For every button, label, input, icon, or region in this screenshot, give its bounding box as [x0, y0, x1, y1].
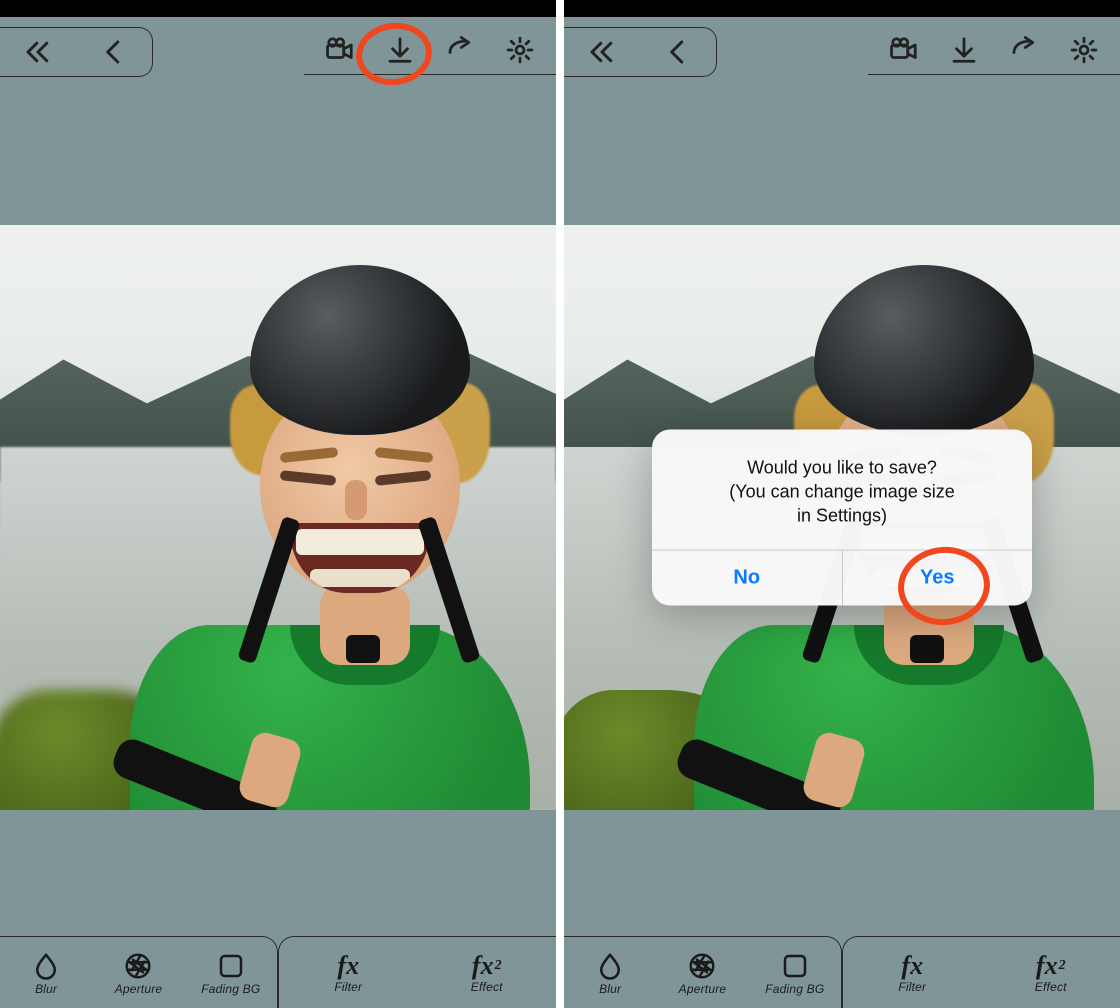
tool-aperture[interactable]: Aperture: [657, 951, 747, 996]
fx-icon: fx: [337, 953, 359, 979]
tool-filter[interactable]: fx Filter: [867, 953, 957, 994]
back-button[interactable]: [640, 28, 716, 76]
photo-canvas[interactable]: Would you like to save? (You can change …: [564, 225, 1120, 810]
tool-effect[interactable]: fx2 Effect: [1006, 953, 1096, 994]
back-button[interactable]: [76, 28, 152, 76]
photo-subject: [140, 265, 520, 805]
video-camera-icon: [889, 35, 919, 65]
dialog-message: Would you like to save? (You can change …: [652, 429, 1032, 550]
video-camera-icon: [325, 35, 355, 65]
dialog-line2: (You can change image size: [672, 479, 1012, 503]
share-arrow-icon: [1009, 35, 1039, 65]
tool-effect-label: Effect: [1035, 980, 1067, 994]
bottom-left-group: Blur Aperture Fading BG: [564, 936, 842, 1008]
tool-filter[interactable]: fx Filter: [303, 953, 393, 994]
tool-aperture[interactable]: Aperture: [93, 951, 183, 996]
aperture-icon: [123, 951, 153, 981]
action-group: [304, 25, 556, 75]
action-group: [868, 25, 1120, 75]
share-button[interactable]: [430, 25, 490, 75]
fx2-icon: fx2: [1036, 953, 1066, 979]
tool-aperture-label: Aperture: [115, 982, 163, 996]
tool-filter-label: Filter: [334, 980, 362, 994]
fx-icon: fx: [901, 953, 923, 979]
settings-button[interactable]: [490, 25, 550, 75]
video-button[interactable]: [310, 25, 370, 75]
download-icon: [385, 35, 415, 65]
tool-aperture-label: Aperture: [679, 982, 727, 996]
tool-blur-label: Blur: [35, 982, 57, 996]
bottom-right-group: fx Filter fx2 Effect: [278, 936, 556, 1008]
side-by-side-screenshots: Blur Aperture Fading BG fx Filter fx2: [0, 0, 1120, 1008]
tool-effect[interactable]: fx2 Effect: [442, 953, 532, 994]
tool-blur-label: Blur: [599, 982, 621, 996]
download-icon: [949, 35, 979, 65]
back-all-button[interactable]: [0, 28, 76, 76]
tool-fading-bg[interactable]: Fading BG: [750, 951, 840, 996]
tool-blur[interactable]: Blur: [1, 951, 91, 996]
video-button[interactable]: [874, 25, 934, 75]
back-all-button[interactable]: [564, 28, 640, 76]
tool-effect-label: Effect: [471, 980, 503, 994]
pane-divider: [556, 0, 564, 1008]
bottom-toolbar: Blur Aperture Fading BG fx Filter fx2: [0, 936, 556, 1008]
tool-filter-label: Filter: [898, 980, 926, 994]
nav-group: [564, 27, 717, 77]
tool-fading-label: Fading BG: [201, 982, 260, 996]
nav-group: [0, 27, 153, 77]
square-icon: [780, 951, 810, 981]
bottom-toolbar: Blur Aperture Fading BG fx Filter fx2: [564, 936, 1120, 1008]
settings-button[interactable]: [1054, 25, 1114, 75]
gear-icon: [1069, 35, 1099, 65]
screenshot-left: Blur Aperture Fading BG fx Filter fx2: [0, 17, 556, 1008]
photo-canvas[interactable]: [0, 225, 556, 810]
tool-fading-bg[interactable]: Fading BG: [186, 951, 276, 996]
top-toolbar: [0, 17, 556, 79]
screenshot-right: Would you like to save? (You can change …: [564, 17, 1120, 1008]
tool-blur[interactable]: Blur: [565, 951, 655, 996]
fx2-icon: fx2: [472, 953, 502, 979]
gear-icon: [505, 35, 535, 65]
dialog-buttons: No Yes: [652, 550, 1032, 606]
chevron-left-icon: [663, 37, 693, 67]
share-button[interactable]: [994, 25, 1054, 75]
tool-fading-label: Fading BG: [765, 982, 824, 996]
dialog-line1: Would you like to save?: [672, 455, 1012, 479]
dialog-no-button[interactable]: No: [652, 551, 842, 606]
aperture-icon: [687, 951, 717, 981]
droplet-icon: [595, 951, 625, 981]
dialog-line3: in Settings): [672, 504, 1012, 528]
download-button[interactable]: [370, 25, 430, 75]
double-chevron-left-icon: [587, 37, 617, 67]
dialog-yes-button[interactable]: Yes: [842, 551, 1033, 606]
top-toolbar: [564, 17, 1120, 79]
droplet-icon: [31, 951, 61, 981]
square-icon: [216, 951, 246, 981]
save-dialog: Would you like to save? (You can change …: [652, 429, 1032, 606]
download-button[interactable]: [934, 25, 994, 75]
chevron-left-icon: [99, 37, 129, 67]
bottom-right-group: fx Filter fx2 Effect: [842, 936, 1120, 1008]
share-arrow-icon: [445, 35, 475, 65]
double-chevron-left-icon: [23, 37, 53, 67]
bottom-left-group: Blur Aperture Fading BG: [0, 936, 278, 1008]
